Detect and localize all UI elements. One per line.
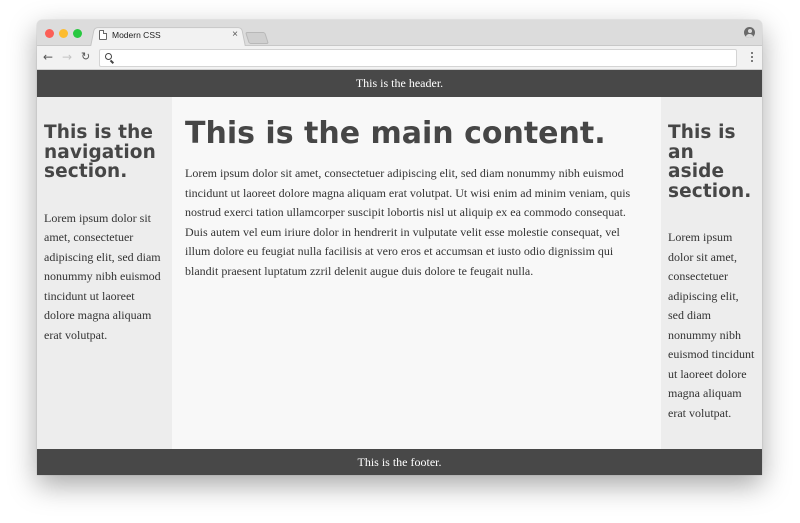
aside-section: This is an aside section. Lorem ipsum do… — [661, 97, 762, 449]
tab-modern-css[interactable]: Modern CSS × — [90, 26, 246, 47]
menu-kebab-icon[interactable] — [751, 52, 753, 64]
nav-paragraph: Lorem ipsum dolor sit amet, consectetuer… — [44, 210, 161, 342]
main-content: This is the main content. Lorem ipsum do… — [172, 97, 661, 449]
site-footer: This is the footer. — [37, 449, 762, 475]
web-page: This is the header. This is the navigati… — [37, 70, 762, 475]
document-icon — [99, 30, 107, 40]
main-heading: This is the main content. — [185, 116, 606, 151]
browser-window: Modern CSS × ← → ↻ This is the header. T… — [37, 20, 762, 475]
close-window-button[interactable] — [45, 29, 54, 38]
aside-heading: This is an aside section. — [668, 122, 752, 202]
profile-icon[interactable] — [744, 27, 755, 38]
address-bar[interactable] — [99, 49, 737, 67]
back-arrow-icon[interactable]: ← — [43, 49, 53, 65]
tab-title: Modern CSS — [112, 30, 161, 40]
reload-icon[interactable]: ↻ — [81, 49, 90, 65]
main-paragraph: Lorem ipsum dolor sit amet, consectetuer… — [185, 166, 631, 278]
navigation-section: This is the navigation section. Lorem ip… — [37, 97, 172, 449]
maximize-window-button[interactable] — [73, 29, 82, 38]
nav-heading: This is the navigation section. — [44, 122, 156, 182]
forward-arrow-icon[interactable]: → — [62, 49, 72, 65]
minimize-window-button[interactable] — [59, 29, 68, 38]
aside-paragraph: Lorem ipsum dolor sit amet, consectetuer… — [668, 230, 755, 420]
new-tab-button[interactable] — [245, 32, 269, 44]
site-header: This is the header. — [37, 70, 762, 97]
close-tab-icon[interactable]: × — [232, 29, 238, 40]
browser-toolbar: ← → ↻ — [37, 46, 762, 70]
search-icon — [105, 53, 112, 60]
tab-strip: Modern CSS × — [37, 20, 762, 47]
